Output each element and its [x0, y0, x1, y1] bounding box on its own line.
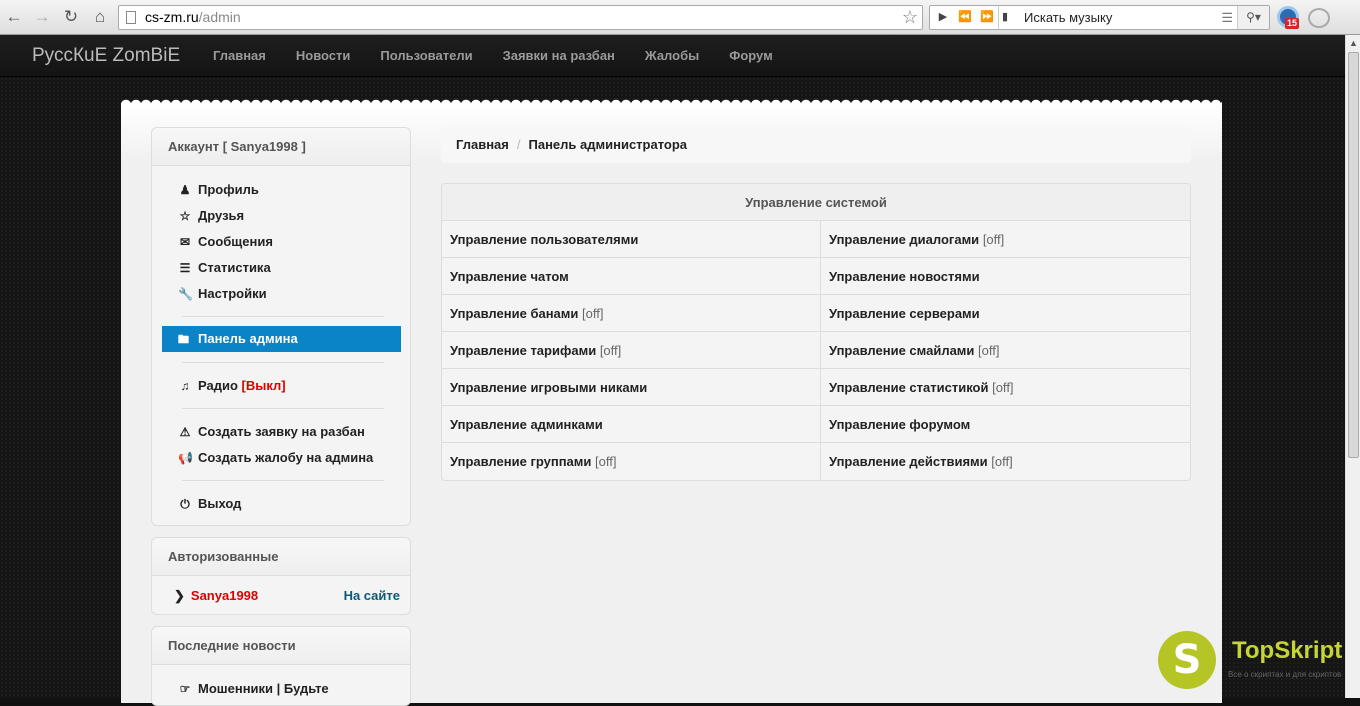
- table-row: Управление пользователями Управление диал…: [442, 221, 1190, 258]
- news-item[interactable]: ☞ Мошенники | Будьте: [178, 679, 329, 699]
- extension-badge: 15: [1285, 18, 1300, 29]
- menu-messages[interactable]: ✉ Сообщения: [178, 232, 273, 252]
- user-icon: ♟: [179, 183, 191, 197]
- system-management-table: Управление системой Управление пользоват…: [441, 183, 1191, 481]
- nav-news[interactable]: Новости: [296, 35, 351, 77]
- browser-toolbar: ← → ↻ ⌂ cs-zm.ru/admin ☆ ▶ ⏪ ⏩ ▮ Искать …: [0, 0, 1360, 35]
- watermark-tagline: Все о скриптах и для скриптов: [1228, 670, 1342, 679]
- management-link[interactable]: Управление смайлами [off]: [821, 332, 1190, 368]
- menu-create-complaint[interactable]: 📢 Создать жалобу на админа: [178, 448, 373, 468]
- table-row: Управление группами [off] Управление дейс…: [442, 443, 1190, 480]
- management-link[interactable]: Управление действиями [off]: [821, 443, 1190, 480]
- search-icon[interactable]: ⚲▾: [1237, 6, 1269, 29]
- breadcrumb-home[interactable]: Главная: [456, 137, 509, 152]
- nav-users[interactable]: Пользователи: [380, 35, 472, 77]
- rewind-icon[interactable]: ⏪: [954, 6, 976, 29]
- main-nav: Главная Новости Пользователи Заявки на р…: [213, 35, 803, 77]
- menu-create-unban[interactable]: ⚠ Создать заявку на разбан: [178, 422, 365, 442]
- authorized-panel: Авторизованные ❯ Sanya1998 На сайте: [151, 537, 411, 615]
- radio-status[interactable]: [Выкл]: [242, 378, 286, 393]
- bookmark-star-icon[interactable]: ☆: [902, 6, 918, 29]
- menu-profile[interactable]: ♟ Профиль: [178, 180, 259, 200]
- off-label: [off]: [599, 343, 622, 358]
- management-link[interactable]: Управление тарифами [off]: [442, 332, 821, 368]
- management-link[interactable]: Управление форумом: [821, 406, 1190, 442]
- site-brand[interactable]: РусcКuE ZomBiE: [32, 35, 180, 77]
- menu-logout[interactable]: ⏻ Выход: [178, 494, 241, 514]
- breadcrumb: Главная / Панель администратора: [441, 127, 1191, 163]
- off-label: [off]: [982, 232, 1005, 247]
- site-navbar: РусcКuE ZomBiE Главная Новости Пользоват…: [0, 35, 1345, 77]
- hand-pointing-icon: ☞: [179, 682, 191, 696]
- menu-admin-panel[interactable]: 🖿 Панель админа: [162, 326, 401, 352]
- management-link[interactable]: Управление пользователями: [442, 221, 821, 257]
- management-link[interactable]: Управление диалогами [off]: [821, 221, 1190, 257]
- power-icon: ⏻: [180, 497, 190, 511]
- reload-icon[interactable]: ↻: [60, 6, 82, 28]
- list-icon: ☰: [179, 261, 191, 275]
- authorized-title: Авторизованные: [152, 538, 410, 576]
- account-panel: Аккаунт [ Sanya1998 ] ♟ Профиль ☆ Друзья ✉…: [151, 127, 411, 526]
- off-label: [off]: [978, 343, 1000, 358]
- menu-settings[interactable]: 🔧 Настройки: [178, 284, 267, 304]
- table-title: Управление системой: [442, 184, 1190, 221]
- online-status: На сайте: [343, 588, 400, 603]
- nav-unban-requests[interactable]: Заявки на разбан: [503, 35, 615, 77]
- chevron-right-icon: ❯: [174, 588, 185, 603]
- management-link[interactable]: Управление админками: [442, 406, 821, 442]
- volume-icon[interactable]: ▮: [1000, 6, 1010, 29]
- url-path: /admin: [198, 9, 241, 25]
- menu-friends[interactable]: ☆ Друзья: [178, 206, 245, 226]
- online-user[interactable]: ❯ Sanya1998: [174, 586, 258, 606]
- table-row: Управление банами [off] Управление сервер…: [442, 295, 1190, 332]
- management-link[interactable]: Управление игровыми никами: [442, 369, 821, 405]
- management-link[interactable]: Управление серверами: [821, 295, 1190, 331]
- envelope-icon: ✉: [179, 235, 191, 249]
- page-icon: [126, 11, 136, 24]
- account-title: Аккаунт [ Sanya1998 ]: [152, 128, 410, 166]
- management-link[interactable]: Управление статистикой [off]: [821, 369, 1190, 405]
- news-panel: Последние новости ☞ Мошенники | Будьте: [151, 626, 411, 706]
- address-bar[interactable]: cs-zm.ru/admin ☆: [118, 5, 923, 30]
- fast-forward-icon[interactable]: ⏩: [976, 6, 998, 29]
- forward-icon[interactable]: →: [31, 6, 53, 28]
- megaphone-icon: 📢: [178, 451, 193, 465]
- breadcrumb-current: Панель администратора: [528, 137, 688, 152]
- table-row: Управление тарифами [off] Управление смай…: [442, 332, 1190, 369]
- warning-icon: ⚠: [179, 425, 191, 439]
- settings-wrench-icon[interactable]: [1308, 8, 1330, 28]
- music-search-input[interactable]: Искать музыку: [1024, 6, 1112, 29]
- scrollbar-thumb[interactable]: [1348, 52, 1359, 458]
- watermark-name: TopSkript: [1232, 637, 1343, 664]
- back-icon[interactable]: ←: [3, 6, 25, 28]
- nav-home[interactable]: Главная: [213, 35, 266, 77]
- nav-complaints[interactable]: Жалобы: [645, 35, 699, 77]
- music-player: ▶ ⏪ ⏩ ▮ Искать музыку ☰ ⚲▾: [929, 5, 1270, 30]
- table-row: Управление чатом Управление новостями: [442, 258, 1190, 295]
- music-menu-icon[interactable]: ☰: [1221, 6, 1233, 29]
- management-link[interactable]: Управление новостями: [821, 258, 1190, 294]
- watermark-logo: S: [1158, 631, 1216, 689]
- management-link[interactable]: Управление группами [off]: [442, 443, 821, 480]
- management-link[interactable]: Управление банами [off]: [442, 295, 821, 331]
- table-row: Управление админками Управление форумом: [442, 406, 1190, 443]
- star-icon: ☆: [179, 209, 191, 223]
- menu-radio[interactable]: ♫ Радио [Выкл]: [178, 376, 286, 396]
- wrench-icon: 🔧: [178, 287, 193, 301]
- play-icon[interactable]: ▶: [932, 6, 954, 29]
- music-icon: ♫: [180, 379, 190, 393]
- off-label: [off]: [582, 306, 604, 321]
- management-link[interactable]: Управление чатом: [442, 258, 821, 294]
- home-icon[interactable]: ⌂: [89, 6, 111, 28]
- news-title: Последние новости: [152, 627, 410, 665]
- off-label: [off]: [992, 380, 1014, 395]
- scrollbar[interactable]: ▲: [1345, 35, 1360, 698]
- nav-forum[interactable]: Форум: [729, 35, 772, 77]
- url-host: cs-zm.ru: [145, 9, 199, 25]
- folder-icon: 🖿: [178, 334, 189, 346]
- menu-statistics[interactable]: ☰ Статистика: [178, 258, 271, 278]
- off-label: [off]: [595, 454, 617, 469]
- off-label: [off]: [991, 454, 1013, 469]
- table-row: Управление игровыми никами Управление ста…: [442, 369, 1190, 406]
